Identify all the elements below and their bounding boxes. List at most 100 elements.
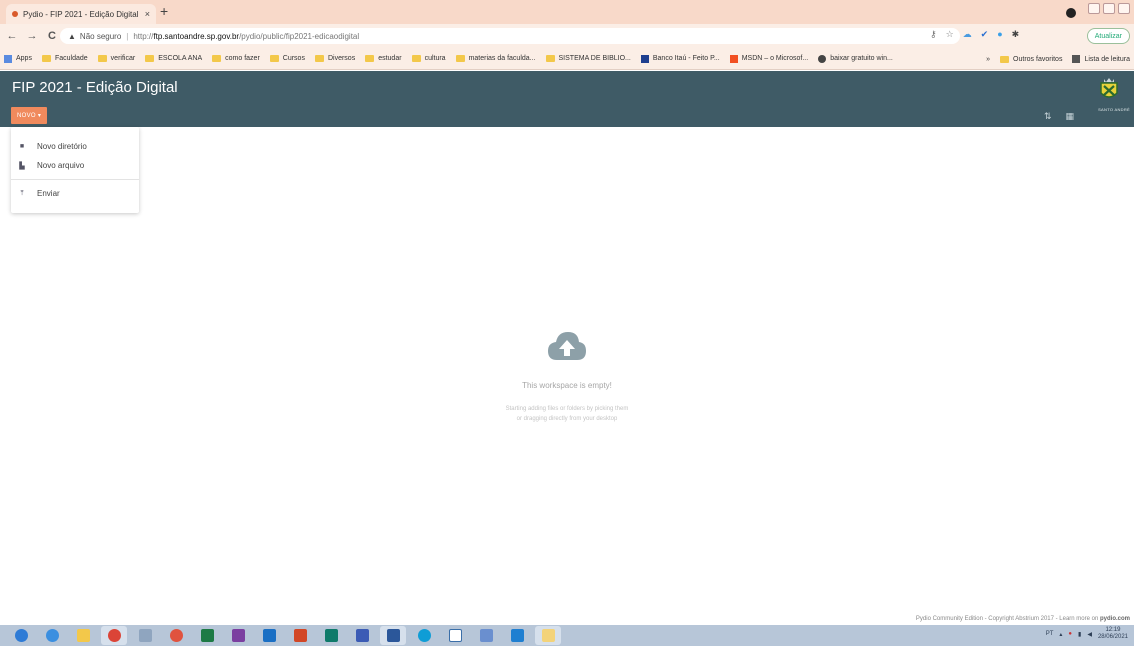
bookmark-folder[interactable]: cultura [411,55,446,62]
update-button[interactable]: Atualizar [1086,28,1130,44]
taskbar-snipping[interactable] [132,626,158,645]
minimize-icon[interactable] [1088,3,1100,14]
pydio-favicon-icon [12,11,18,17]
reading-list[interactable]: Lista de leitura [1072,55,1130,63]
taskbar-explorer[interactable] [70,626,96,645]
taskbar-excel[interactable] [194,626,220,645]
folder-icon [314,55,324,62]
new-button[interactable]: NOVO ▾ [11,107,48,124]
folder-icon [455,55,465,62]
bookmark-label: materias da faculda... [468,55,536,62]
taskbar-chrome[interactable] [101,626,127,645]
internet-explorer-icon [45,629,59,642]
sort-icon[interactable]: ⇅ [1044,111,1052,122]
empty-subtitle-line: or dragging directly from your desktop [516,416,618,422]
taskbar-outlook[interactable] [256,626,282,645]
extension-puzzle-icon[interactable]: ✱ [1012,29,1020,40]
restore-icon[interactable] [1103,3,1115,14]
bookmark-link[interactable]: MSDN – o Microsof... [729,54,809,63]
tray-arrow-icon[interactable]: ▴ [1059,631,1062,638]
snipping-tool-icon [138,629,152,642]
bookmark-label: baixar gratuito win... [830,55,893,62]
forward-arrow-icon[interactable]: → [24,30,40,42]
volume-icon[interactable]: ◀ [1087,631,1092,638]
window-controls [1088,3,1130,14]
tray-app-icon[interactable]: ● [1068,631,1072,637]
language-indicator[interactable]: PT [1046,631,1054,637]
menu-item-upload[interactable]: ⤒ Enviar [11,184,139,203]
profile-icon[interactable] [1066,8,1076,18]
word-icon [386,629,400,642]
clock-time: 12:19 [1105,627,1121,633]
folder-icon [97,55,107,62]
star-icon[interactable]: ☆ [946,29,954,40]
cloud-upload-icon [548,332,586,360]
start-button[interactable] [8,626,34,645]
apps-grid-icon [4,54,12,63]
folder-icon [269,55,279,62]
bookmark-label: Diversos [327,55,356,62]
tab-title: Pydio - FIP 2021 - Edição Digital [23,9,139,19]
close-window-icon[interactable] [1118,3,1130,14]
logo-caption: SANTO ANDRÉ [1098,107,1130,112]
bookmark-folder[interactable]: como fazer [212,55,260,62]
taskbar-paint[interactable] [473,626,499,645]
back-arrow-icon[interactable]: ← [4,30,20,42]
bookmark-folder[interactable]: materias da faculda... [455,55,536,62]
bookmark-folder[interactable]: Faculdade [41,55,88,62]
bookmark-label: MSDN – o Microsof... [741,55,809,62]
warning-icon[interactable]: ▲ [68,32,76,41]
taskbar-folder[interactable] [535,626,561,645]
folder-icon [1000,55,1010,63]
visio-icon [355,629,369,642]
bookmark-folder[interactable]: SISTEMA DE BIBLIO... [545,55,631,62]
folder-icon [411,55,421,62]
empty-title: This workspace is empty! [522,381,612,390]
microsoft-icon [729,54,738,63]
bookmark-link[interactable]: Banco Itaú - Feito P... [640,54,720,63]
bookmark-apps[interactable]: Apps [4,54,32,63]
extension-dot-icon[interactable]: ● [997,29,1002,40]
taskbar-chrome-2[interactable] [163,626,189,645]
bookmark-link[interactable]: baixar gratuito win... [818,54,893,63]
bookmark-folder[interactable]: estudar [365,55,402,62]
network-icon[interactable]: ▮ [1078,631,1081,638]
folder-icon [41,55,51,62]
taskbar-word[interactable] [380,626,406,645]
view-toggle-group: ⇅ ▦ [1044,111,1074,122]
security-label[interactable]: Não seguro [80,32,121,41]
browser-tab[interactable]: Pydio - FIP 2021 - Edição Digital × [6,4,156,24]
taskbar-vscode[interactable] [504,626,530,645]
upload-icon: ⤒ [20,189,24,197]
taskbar-publisher[interactable] [318,626,344,645]
extension-cloud-icon[interactable]: ☁ [963,29,972,40]
bookmark-folder[interactable]: verificar [97,55,135,62]
menu-item-new-folder[interactable]: ■ Novo diretório [11,137,139,156]
extension-check-icon[interactable]: ✔ [981,29,989,40]
taskbar-onenote[interactable] [225,626,251,645]
other-bookmarks[interactable]: Outros favoritos [1000,55,1062,63]
grid-view-icon[interactable]: ▦ [1065,111,1074,122]
new-dropdown-menu: ■ Novo diretório ▙ Novo arquivo ⤒ Enviar [11,127,139,213]
bookmark-folder[interactable]: ESCOLA ANA [145,55,202,62]
taskbar-visio[interactable] [349,626,375,645]
clock[interactable]: 12:19 28/06/2021 [1098,627,1128,641]
bookmark-folder[interactable]: Diversos [314,55,356,62]
bookmark-folder[interactable]: Cursos [269,55,305,62]
key-icon[interactable]: ⚷ [930,29,937,40]
more-bookmarks-chevron[interactable]: » [986,56,990,63]
taskbar-ie[interactable] [39,626,65,645]
bookmark-label: SISTEMA DE BIBLIO... [558,55,631,62]
footer-link[interactable]: pydio.com [1100,616,1130,622]
bookmark-label: Apps [16,55,32,62]
taskbar-box[interactable] [442,626,468,645]
reload-icon[interactable]: C [44,30,60,42]
chrome-icon [169,629,183,642]
bookmark-label: estudar [378,55,402,62]
new-tab-button[interactable]: + [160,3,168,19]
taskbar-edge[interactable] [411,626,437,645]
tab-close-icon[interactable]: × [145,9,150,19]
taskbar-powerpoint[interactable] [287,626,313,645]
menu-item-new-file[interactable]: ▙ Novo arquivo [11,156,139,175]
address-bar[interactable]: ▲ Não seguro | http:// ftp.santoandre.sp… [60,28,960,44]
